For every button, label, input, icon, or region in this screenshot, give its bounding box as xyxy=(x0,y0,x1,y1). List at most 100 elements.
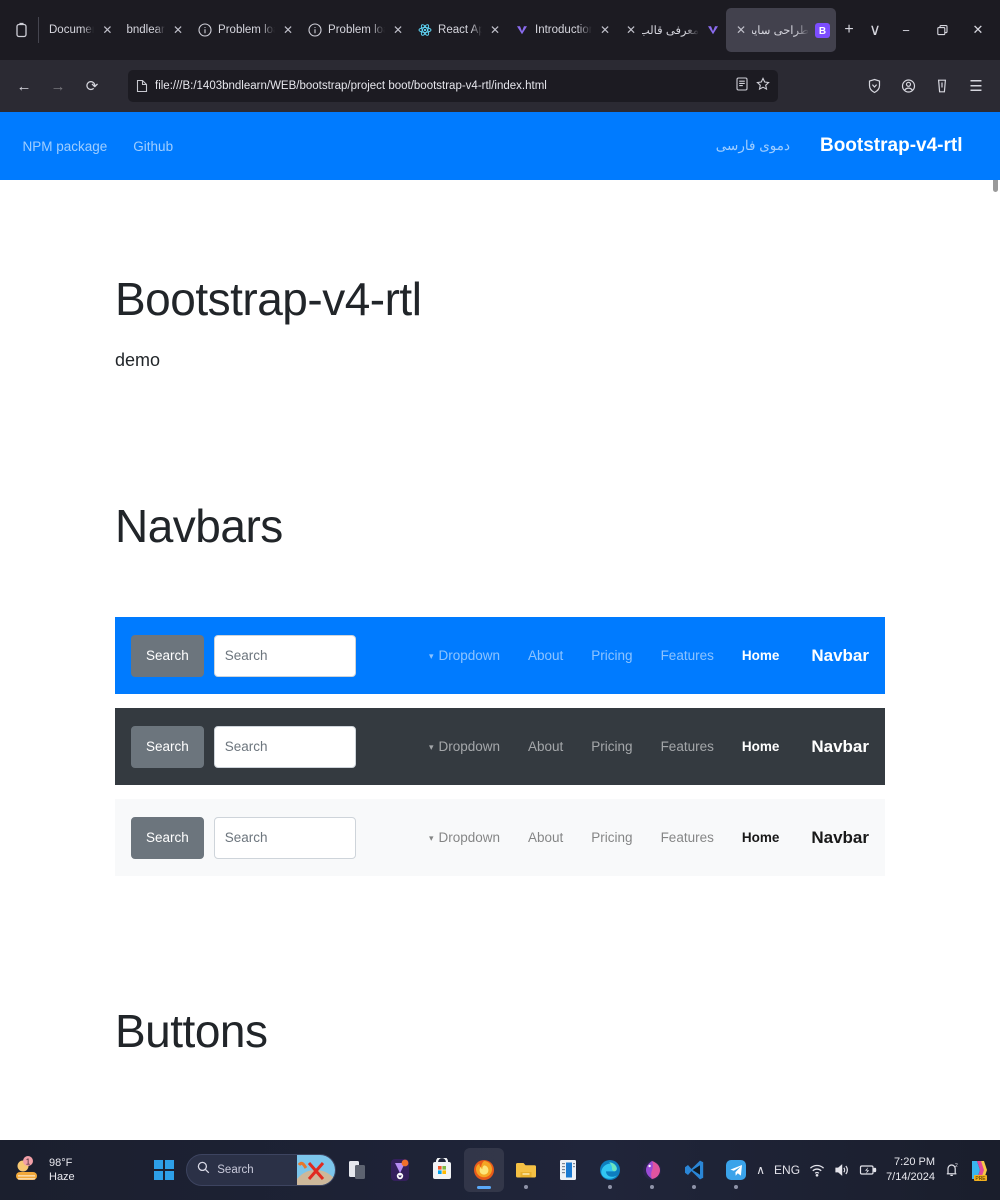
navbar-link-dropdown[interactable]: Dropdown ▾ xyxy=(415,830,514,845)
navbar-link-about[interactable]: About xyxy=(514,739,577,754)
taskbar-app-microsoft-store[interactable] xyxy=(422,1148,462,1192)
tabstrip-divider xyxy=(38,17,39,43)
taskbar-app-microsoft-edge[interactable] xyxy=(590,1148,630,1192)
navbar-brand[interactable]: Navbar xyxy=(811,646,869,666)
taskbar-search[interactable]: Search xyxy=(186,1154,337,1186)
page-subtitle: demo xyxy=(115,350,161,370)
forward-button[interactable]: → xyxy=(42,70,74,102)
copilot-preview-icon[interactable]: PRE xyxy=(968,1158,990,1182)
search-highlight-image xyxy=(297,1155,336,1185)
show-hidden-icons-chevron-icon[interactable]: ∧ xyxy=(756,1163,765,1177)
navbar-link-label: About xyxy=(528,830,564,845)
close-tab-icon[interactable]: ✕ xyxy=(598,23,610,37)
tab-title: Document xyxy=(49,24,94,36)
navbar-link-home[interactable]: Home xyxy=(728,830,794,845)
close-tab-icon[interactable]: ✕ xyxy=(391,23,403,37)
taskbar-app-copilot[interactable] xyxy=(380,1148,420,1192)
weather-widget[interactable]: 1 98°F Haze xyxy=(0,1155,144,1185)
battery-charging-icon[interactable] xyxy=(859,1163,877,1177)
navbar-link-pricing[interactable]: Pricing xyxy=(577,739,646,754)
browser-tab[interactable]: Problem loading page ✕ xyxy=(299,8,409,52)
taskbar-app-firefox-developer[interactable] xyxy=(632,1148,672,1192)
navbar-link-label: Dropdown xyxy=(438,830,501,845)
reader-view-icon[interactable] xyxy=(736,76,748,96)
taskbar-clock[interactable]: 7:20 PM 7/14/2024 xyxy=(886,1155,935,1185)
browser-tab[interactable]: Document ✕ xyxy=(41,8,118,52)
close-tab-icon[interactable]: ✕ xyxy=(734,23,746,37)
maximize-button[interactable] xyxy=(924,10,960,50)
navbar-link-dropdown[interactable]: Dropdown ▾ xyxy=(415,648,514,663)
browser-tab[interactable]: Problem loading page ✕ xyxy=(189,8,299,52)
site-navbar: Bootstrap-v4-rtl دموی فارسی NPM package … xyxy=(0,112,1000,180)
taskbar-app-telegram[interactable] xyxy=(716,1148,756,1192)
list-all-tabs-button[interactable]: ∨ xyxy=(862,15,888,45)
navbar-link-pricing[interactable]: Pricing xyxy=(577,648,646,663)
bookmark-star-icon[interactable] xyxy=(756,76,770,96)
navbar-link-pricing[interactable]: Pricing xyxy=(577,830,646,845)
site-nav-link-npm[interactable]: NPM package xyxy=(23,139,108,154)
taskbar-center: Search xyxy=(144,1148,756,1192)
site-nav-link-github[interactable]: Github xyxy=(133,139,173,154)
close-tab-icon[interactable]: ✕ xyxy=(624,23,636,37)
taskbar-app-firefox[interactable] xyxy=(464,1148,505,1192)
volume-icon[interactable] xyxy=(834,1163,850,1177)
close-tab-icon[interactable]: ✕ xyxy=(171,23,183,37)
back-button[interactable]: ← xyxy=(8,70,40,102)
navbar-examples: Navbar Home Features Pricing About Dropdown ▾ S… xyxy=(0,617,1000,876)
reload-button[interactable]: ⟳ xyxy=(76,70,108,102)
navbar-brand[interactable]: Navbar xyxy=(811,828,869,848)
site-brand[interactable]: Bootstrap-v4-rtl xyxy=(820,135,963,157)
account-icon[interactable] xyxy=(892,70,924,102)
firefox-view-icon[interactable] xyxy=(4,8,38,52)
close-tab-icon[interactable]: ✕ xyxy=(100,23,112,37)
address-bar[interactable]: file:///B:/1403bndlearn/WEB/bootstrap/pr… xyxy=(128,70,778,102)
navbar-link-features[interactable]: Features xyxy=(647,648,728,663)
demo-navbar-dark: Navbar Home Features Pricing About Dropdown ▾ S… xyxy=(115,708,885,785)
save-to-pocket-icon[interactable] xyxy=(926,70,958,102)
minimize-button[interactable]: − xyxy=(888,10,924,50)
application-menu-icon[interactable]: ☰ xyxy=(960,70,992,102)
navbar-link-label: Pricing xyxy=(591,830,633,845)
taskbar-app-word[interactable] xyxy=(548,1148,588,1192)
browser-toolbar: ← → ⟳ file:///B:/1403bndlearn/WEB/bootst… xyxy=(0,60,1000,112)
section-title-buttons: Buttons xyxy=(115,1005,268,1057)
browser-tab[interactable]: Introduction | W ✕ xyxy=(506,8,616,52)
tracking-protection-shield-icon[interactable] xyxy=(858,70,890,102)
navbar-brand[interactable]: Navbar xyxy=(811,737,869,757)
close-tab-icon[interactable]: ✕ xyxy=(281,23,293,37)
navbar-link-dropdown[interactable]: Dropdown ▾ xyxy=(415,739,514,754)
navbar-search-button[interactable]: Search xyxy=(131,816,204,859)
taskbar-app-vs-code[interactable] xyxy=(674,1148,714,1192)
browser-tab[interactable]: bndlearn ✕ xyxy=(118,8,189,52)
navbar-link-features[interactable]: Features xyxy=(647,830,728,845)
start-button[interactable] xyxy=(144,1150,184,1190)
chevron-down-icon: ▾ xyxy=(428,650,434,661)
demo-navbar-primary: Navbar Home Features Pricing About Dropdown ▾ S… xyxy=(115,617,885,694)
close-window-button[interactable]: ✕ xyxy=(960,10,996,50)
taskbar-app-file-explorer[interactable] xyxy=(506,1148,546,1192)
browser-tab[interactable]: معرفی قالب دانلود ✕ xyxy=(616,8,726,52)
navbar-link-about[interactable]: About xyxy=(514,648,577,663)
tab-title: Introduction | W xyxy=(535,24,592,36)
site-nav-link-demo[interactable]: دموی فارسی xyxy=(716,138,790,154)
navbar-link-home[interactable]: Home xyxy=(728,739,794,754)
navbar-link-home[interactable]: Home xyxy=(728,648,794,663)
navbar-link-label: Pricing xyxy=(591,648,633,663)
wifi-icon[interactable] xyxy=(809,1163,825,1177)
notification-bell-icon[interactable]: 2 xyxy=(944,1162,959,1178)
taskbar-app-widgets[interactable] xyxy=(338,1148,378,1192)
browser-tab[interactable]: B طراحی سایت بندلرن ✕ xyxy=(726,8,837,52)
navbar-search-button[interactable]: Search xyxy=(131,634,204,677)
weather-condition: Haze xyxy=(49,1171,75,1183)
navbar-search-input[interactable] xyxy=(213,816,356,859)
language-indicator[interactable]: ENG xyxy=(774,1163,800,1177)
navbar-link-features[interactable]: Features xyxy=(647,739,728,754)
new-tab-button[interactable]: + xyxy=(836,15,862,45)
navbar-search-form: Search xyxy=(131,634,356,677)
navbar-search-input[interactable] xyxy=(213,725,356,768)
navbar-search-button[interactable]: Search xyxy=(131,725,204,768)
browser-tab[interactable]: React App ✕ xyxy=(409,8,506,52)
navbar-search-input[interactable] xyxy=(213,634,356,677)
navbar-link-about[interactable]: About xyxy=(514,830,577,845)
close-tab-icon[interactable]: ✕ xyxy=(488,23,500,37)
